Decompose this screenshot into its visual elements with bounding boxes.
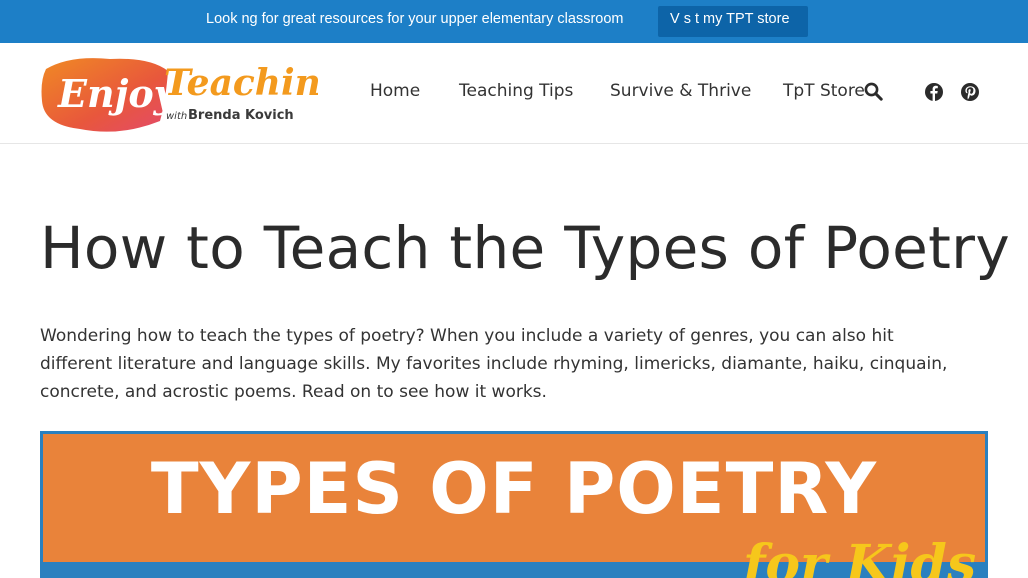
hero-image: TYPES OF POETRY for Kids	[40, 431, 988, 578]
site-header: Enjoy Teaching with Brenda Kovich Home T…	[0, 43, 1028, 144]
hero-image-title: TYPES OF POETRY	[150, 448, 878, 530]
visit-store-button[interactable]: V s t my TPT store	[658, 6, 808, 37]
announcement-text: Look ng for great resources for your upp…	[206, 11, 624, 27]
pinterest-icon[interactable]	[961, 83, 979, 101]
article-intro: Wondering how to teach the types of poet…	[40, 326, 948, 402]
site-logo[interactable]: Enjoy Teaching with Brenda Kovich	[40, 51, 318, 135]
nav-tpt-store[interactable]: TpT Store	[783, 81, 865, 101]
facebook-icon[interactable]	[925, 83, 943, 101]
svg-text:Teaching: Teaching	[164, 62, 318, 104]
svg-text:with: with	[166, 111, 187, 122]
search-icon[interactable]	[864, 82, 883, 101]
svg-text:Brenda Kovich: Brenda Kovich	[188, 108, 294, 123]
svg-text:Enjoy: Enjoy	[57, 71, 179, 116]
nav-teaching-tips[interactable]: Teaching Tips	[459, 81, 573, 101]
nav-survive-thrive[interactable]: Survive & Thrive	[610, 81, 751, 101]
nav-home[interactable]: Home	[370, 81, 420, 101]
announcement-bar: Look ng for great resources for your upp…	[0, 0, 1028, 43]
hero-image-subtitle: for Kids	[743, 534, 977, 578]
page-title: How to Teach the Types of Poetry	[40, 214, 1010, 282]
